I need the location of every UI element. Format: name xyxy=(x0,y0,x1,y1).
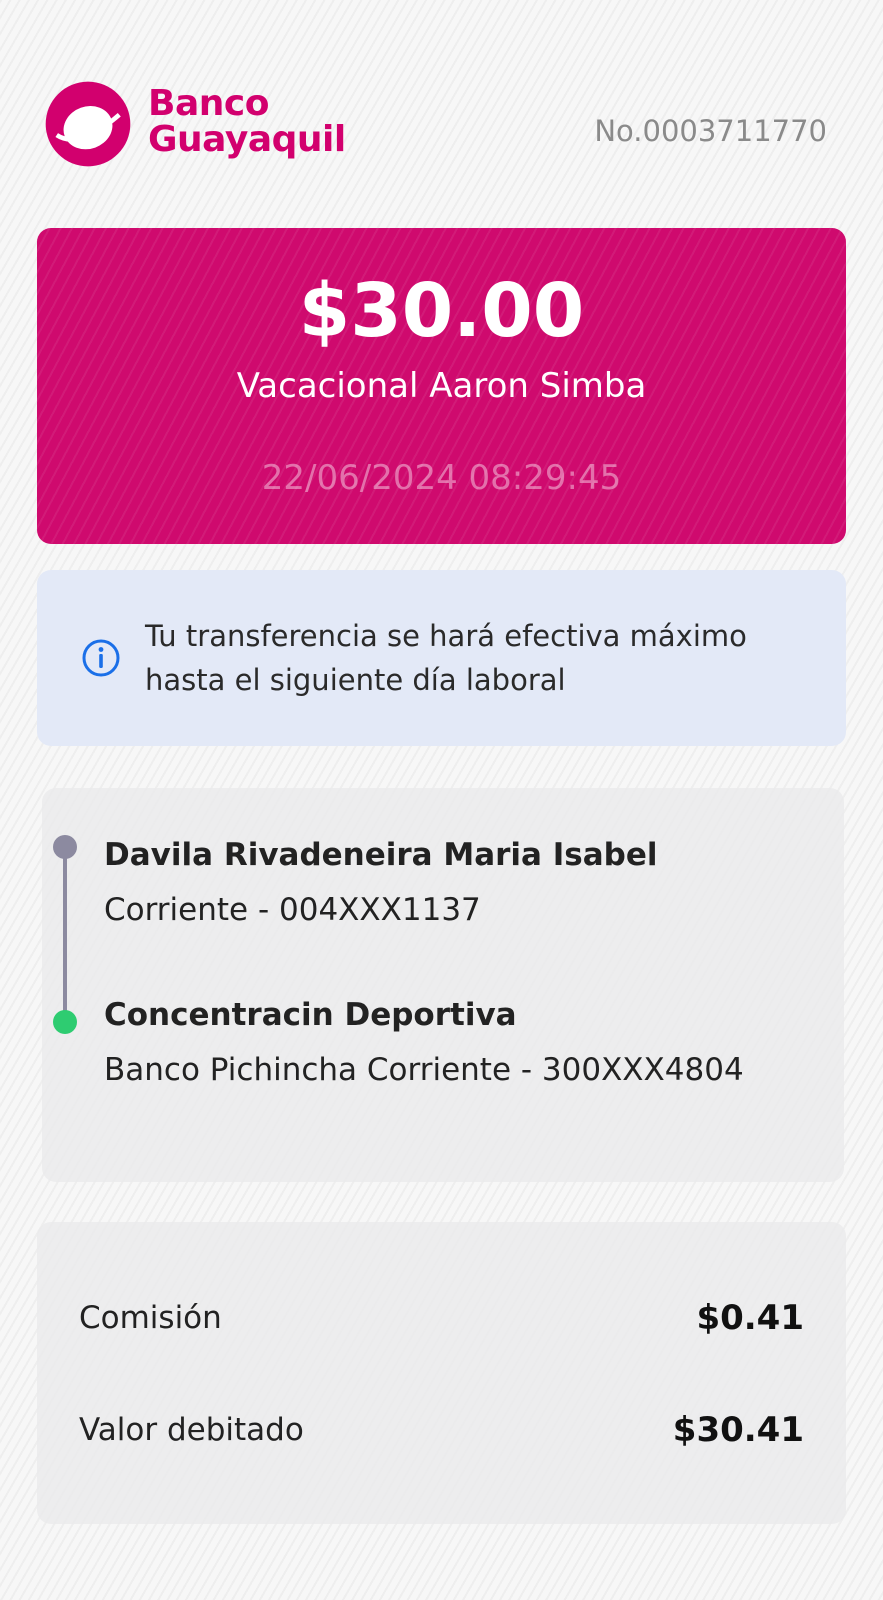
bank-logo-text: Banco Guayaquil xyxy=(148,86,346,158)
debited-label: Valor debitado xyxy=(79,1412,304,1448)
origin-name: Davila Rivadeneira Maria Isabel xyxy=(104,837,658,873)
transfer-route-card: Davila Rivadeneira Maria Isabel Corrient… xyxy=(42,788,844,1182)
info-notice: Tu transferencia se hará efectiva máximo… xyxy=(37,570,846,746)
logo-line-2: Guayaquil xyxy=(148,119,346,160)
debited-value: $30.41 xyxy=(672,1410,804,1450)
receipt-number: No.0003711770 xyxy=(594,114,827,148)
header: Banco Guayaquil No.0003711770 xyxy=(42,76,827,168)
destination-account: Concentracin Deportiva Banco Pichincha C… xyxy=(104,988,804,1098)
info-notice-text: Tu transferencia se hará efectiva máximo… xyxy=(145,619,747,697)
summary-card: Comisión $0.41 Valor debitado $30.41 xyxy=(37,1222,846,1524)
transfer-datetime: 22/06/2024 08:29:45 xyxy=(261,458,622,498)
commission-label: Comisión xyxy=(79,1300,222,1336)
destination-account-number: Banco Pichincha Corriente - 300XXX4804 xyxy=(104,1052,744,1088)
origin-dot xyxy=(53,835,77,859)
origin-account-number: Corriente - 004XXX1137 xyxy=(104,892,481,928)
logo-line-1: Banco xyxy=(148,83,269,124)
timeline-connector xyxy=(63,846,67,1022)
destination-name: Concentracin Deportiva xyxy=(104,997,517,1033)
banco-guayaquil-logo-icon xyxy=(45,81,131,167)
origin-account: Davila Rivadeneira Maria Isabel Corrient… xyxy=(104,828,804,938)
beneficiary-name: Vacacional Aaron Simba xyxy=(236,366,647,406)
destination-dot xyxy=(53,1010,77,1034)
info-circle-icon xyxy=(82,639,120,677)
commission-value: $0.41 xyxy=(696,1298,804,1338)
transfer-amount: $30.00 xyxy=(298,268,585,354)
amount-card: $30.00 Vacacional Aaron Simba 22/06/2024… xyxy=(37,228,846,544)
